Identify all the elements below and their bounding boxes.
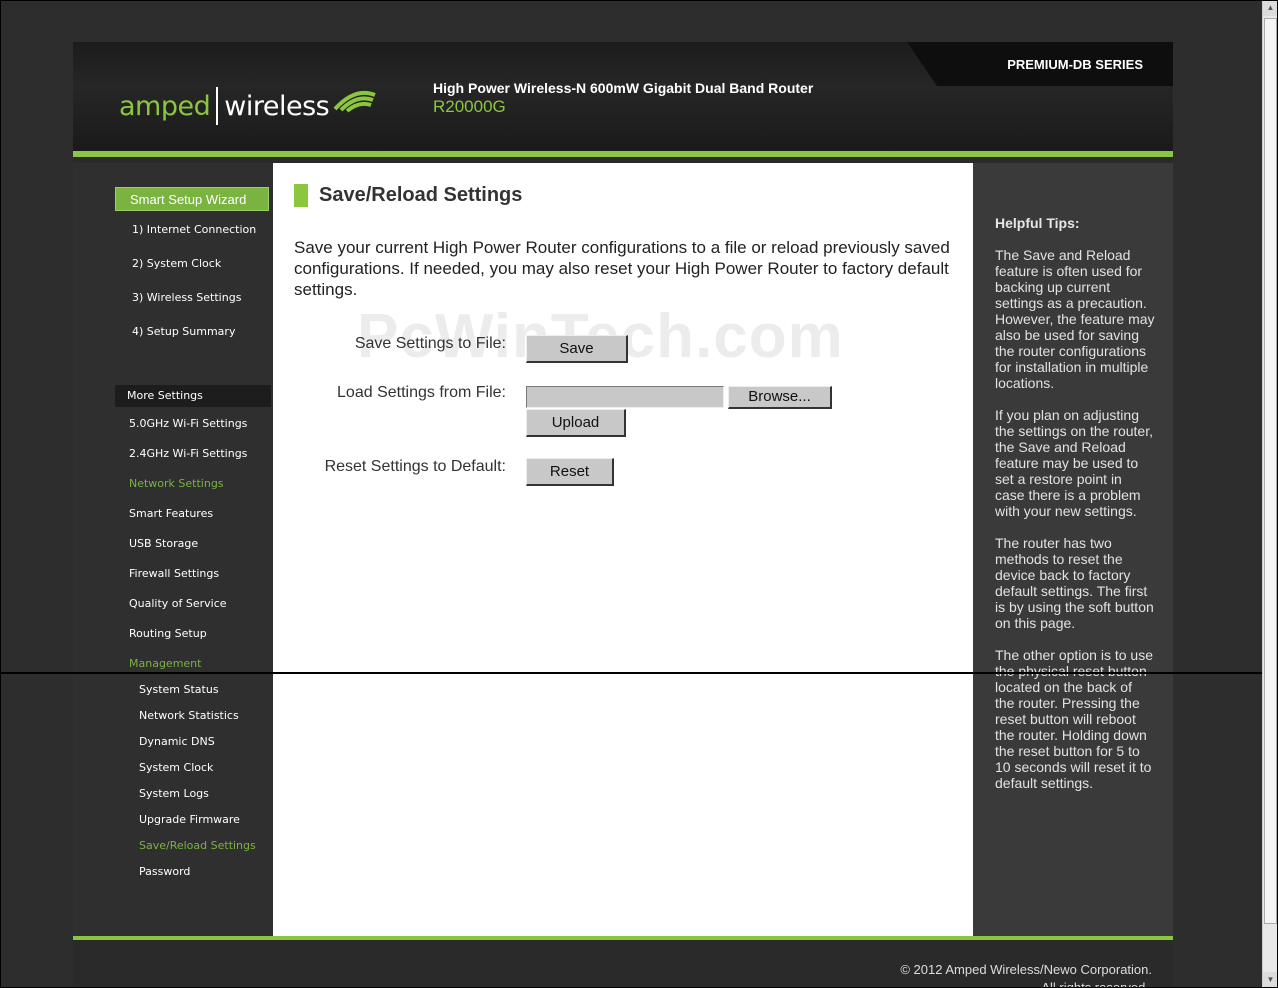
sidebar-item-dynamic-dns[interactable]: Dynamic DNS xyxy=(139,735,215,748)
file-path-input[interactable] xyxy=(526,386,724,408)
sidebar-item-routing-setup[interactable]: Routing Setup xyxy=(129,627,207,640)
product-line: High Power Wireless-N 600mW Gigabit Dual… xyxy=(433,80,814,96)
logo-swoosh-icon xyxy=(333,90,376,113)
sidebar-item-wireless-settings[interactable]: 3) Wireless Settings xyxy=(132,291,241,304)
reset-settings-label: Reset Settings to Default: xyxy=(324,458,506,475)
intro-text: Save your current High Power Router conf… xyxy=(294,238,950,299)
sidebar-item-system-clock[interactable]: System Clock xyxy=(139,761,213,774)
load-settings-label: Load Settings from File: xyxy=(337,384,506,401)
sidebar-item-usb-storage[interactable]: USB Storage xyxy=(129,537,198,550)
upload-button[interactable]: Upload xyxy=(526,409,626,437)
sidebar-item-management[interactable]: Management xyxy=(129,657,201,670)
sidebar-item-quality-of-service[interactable]: Quality of Service xyxy=(129,597,227,610)
tip-paragraph: If you plan on adjusting the settings on… xyxy=(995,407,1153,519)
header: PREMIUM-DB SERIES amped wireless High Po… xyxy=(73,42,1173,152)
page-title: Save/Reload Settings xyxy=(319,184,523,206)
router-admin-page: PREMIUM-DB SERIES amped wireless High Po… xyxy=(73,42,1173,988)
sidebar-item-upgrade-firmware[interactable]: Upgrade Firmware xyxy=(139,813,240,826)
sidebar-item-password[interactable]: Password xyxy=(139,865,190,878)
main-content: Save/Reload Settings Save your current H… xyxy=(273,163,973,936)
copyright-text: © 2012 Amped Wireless/Newo Corporation. xyxy=(900,962,1152,977)
sidebar-item-24ghz-wifi[interactable]: 2.4GHz Wi-Fi Settings xyxy=(129,447,247,460)
series-tab: PREMIUM-DB SERIES xyxy=(937,42,1173,86)
tip-paragraph: The router has two methods to reset the … xyxy=(995,535,1154,631)
tips-body: The Save and Reload feature is often use… xyxy=(995,247,1155,807)
browse-button[interactable]: Browse... xyxy=(728,386,832,409)
helpful-tips-panel: Helpful Tips: The Save and Reload featur… xyxy=(973,163,1173,936)
logo-wireless-text: wireless xyxy=(224,90,330,122)
footer-accent-bar xyxy=(73,936,1173,940)
save-button[interactable]: Save xyxy=(526,335,628,363)
tip-paragraph: The Save and Reload feature is often use… xyxy=(995,247,1155,391)
tips-title: Helpful Tips: xyxy=(995,215,1080,231)
model-number: R20000G xyxy=(433,97,506,116)
sidebar-item-smart-features[interactable]: Smart Features xyxy=(129,507,213,520)
scroll-down-arrow-icon[interactable]: ▼ xyxy=(1263,972,1278,988)
sidebar-item-setup-summary[interactable]: 4) Setup Summary xyxy=(132,325,235,338)
series-label: PREMIUM-DB SERIES xyxy=(1007,57,1143,72)
header-accent-bar xyxy=(73,151,1173,157)
sidebar-item-internet-connection[interactable]: 1) Internet Connection xyxy=(132,223,256,236)
logo-divider xyxy=(216,87,219,125)
sidebar-item-firewall-settings[interactable]: Firewall Settings xyxy=(129,567,219,580)
sidebar-item-system-logs[interactable]: System Logs xyxy=(139,787,209,800)
sidebar-item-network-statistics[interactable]: Network Statistics xyxy=(139,709,239,722)
reset-button[interactable]: Reset xyxy=(526,458,614,486)
amped-wireless-logo[interactable]: amped wireless xyxy=(119,84,377,128)
browser-viewport: PREMIUM-DB SERIES amped wireless High Po… xyxy=(0,0,1278,988)
save-settings-label: Save Settings to File: xyxy=(354,335,506,352)
sidebar-item-system-status[interactable]: System Status xyxy=(139,683,219,696)
sidebar: Smart Setup Wizard 1) Internet Connectio… xyxy=(73,163,273,936)
sidebar-item-5ghz-wifi[interactable]: 5.0GHz Wi-Fi Settings xyxy=(129,417,247,430)
scroll-up-arrow-icon[interactable]: ▲ xyxy=(1263,0,1278,16)
vertical-scrollbar[interactable]: ▲ ▼ xyxy=(1262,0,1278,988)
rights-text: All rights reserved. xyxy=(1041,980,1149,988)
sidebar-item-system-clock-wizard[interactable]: 2) System Clock xyxy=(132,257,221,270)
series-tab-slope xyxy=(907,42,937,86)
sidebar-more-settings-header: More Settings xyxy=(115,385,271,407)
sidebar-item-network-settings[interactable]: Network Settings xyxy=(129,477,224,490)
title-accent-mark xyxy=(294,184,308,207)
scrollbar-thumb[interactable] xyxy=(1264,18,1277,924)
logo-amped-text: amped xyxy=(119,90,211,122)
screen-divider-line xyxy=(0,672,1278,674)
tip-paragraph: The other option is to use the physical … xyxy=(995,647,1153,791)
sidebar-item-save-reload-settings[interactable]: Save/Reload Settings xyxy=(139,839,256,852)
sidebar-wizard-header[interactable]: Smart Setup Wizard xyxy=(115,187,269,211)
